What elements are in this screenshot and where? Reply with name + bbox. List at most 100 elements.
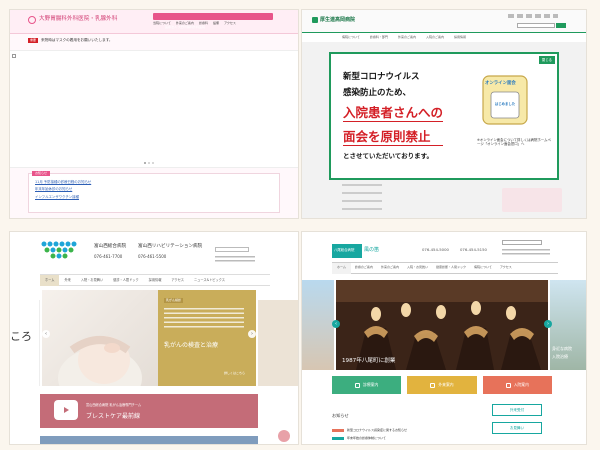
hospital-name-2: 富山西リハビリテーション病院 [138, 244, 203, 249]
carousel-dot[interactable] [152, 162, 154, 164]
feature-link[interactable]: 詳しくはこちら [224, 371, 245, 376]
panel-takaoka-hospital: 厚生連高岡病院 病院について 診療科・部門 外来のご案内 入院のご案内 採用情報… [302, 10, 586, 218]
carousel-dot[interactable] [144, 162, 146, 164]
nav-item[interactable]: 健診・人間ドック [108, 278, 144, 282]
news-item[interactable]: 11月 予防接種の診療日程のお知らせ [35, 180, 91, 184]
hero-caption: 1987年八尾町に創業 [342, 358, 396, 364]
phone-2[interactable]: 076-461-5500 [138, 254, 166, 259]
nav-item[interactable]: 外来のご案内 [176, 21, 194, 26]
tile-icon [355, 382, 361, 388]
nav-bar: 病院について 診療科・部門 外来のご案内 入院のご案内 採用情報 [302, 32, 586, 42]
next-slide-peek: 身近な病院 入院治療 [550, 280, 586, 370]
news-item[interactable]: 年末年始休診のお知らせ [35, 187, 91, 191]
tile-label: 入院案内 [513, 381, 529, 387]
header: 厚生連高岡病院 [302, 10, 586, 32]
tile-icon [430, 382, 436, 388]
side-button-label: お見舞い [509, 425, 525, 430]
nav-menu: 当院について 外来のご案内 診療科 設備 アクセス [153, 21, 293, 26]
carousel-dot[interactable] [148, 162, 150, 164]
search-box[interactable] [215, 247, 249, 252]
hero-photo [42, 290, 158, 386]
nav-item[interactable]: 設備 [213, 21, 219, 26]
news-item[interactable]: 年末年始の診療体制について [347, 436, 386, 441]
tile-button[interactable]: 外来案内 [407, 376, 477, 394]
online-visit-badge[interactable]: オンライン面会 はじめました [479, 72, 531, 128]
nav-item[interactable]: 外来 [59, 278, 75, 282]
side-caption: 身近な病院 [552, 346, 572, 351]
nav-item[interactable]: 病院について [470, 265, 496, 270]
badge-top-label: オンライン面会 [485, 81, 516, 86]
bottom-banner-peek [40, 436, 258, 444]
notice-text[interactable]: 来院時はマスクの着用をお願いいたします。 [41, 38, 113, 43]
tile-button[interactable]: 診療案内 [332, 376, 402, 394]
nav-item[interactable]: 病院について [342, 35, 360, 40]
panel-toyama-nishi-hospital: 富山西総合病院 富山西リハビリテーション病院 076-461-7700 076-… [10, 232, 298, 444]
hospital-name: 風の笛 [364, 247, 380, 253]
tile-label: 外来案内 [438, 381, 454, 387]
search-box[interactable] [517, 23, 555, 28]
notice-bar: 重要 来院時はマスクの着用をお願いいたします。 [28, 38, 113, 43]
news-item[interactable]: インフルエンザワクチン接種 [35, 195, 91, 199]
logo[interactable]: 大野胃腸科外科医院・乳腺外科 [28, 16, 117, 24]
side-button-label: 外来受付 [509, 407, 525, 412]
popup-line: とさせていただいております。 [343, 152, 433, 160]
nav-item[interactable]: ニュース&トピックス [189, 278, 230, 282]
news-label: お知らせ [32, 171, 50, 176]
feature-tag: 乳がん検診 [164, 297, 184, 303]
notice-badge: 重要 [28, 37, 39, 43]
phone-1[interactable]: 076-454-5000 [422, 247, 449, 253]
slider-next-arrow[interactable]: › [544, 320, 552, 328]
nav-item[interactable]: 診療科 [199, 21, 208, 26]
floating-top-button[interactable] [278, 430, 290, 442]
nav-item[interactable]: 健康診断・人間ドック [432, 265, 470, 270]
feature-card[interactable]: 乳がん検診 乳がんの検査と治療 詳しくはこちら [158, 290, 256, 386]
hospital-name: 大野胃腸科外科医院・乳腺外科 [39, 16, 118, 23]
nav-item-home[interactable]: ホーム [40, 274, 60, 286]
nav-item[interactable]: 入院・お見舞い [76, 278, 108, 282]
news-item[interactable]: 新型コロナウイルス感染症に関するお知らせ [347, 428, 407, 433]
nav-bar: ホーム 外来 入院・お見舞い 健診・人間ドック 採用情報 アクセス ニュース&ト… [40, 274, 270, 286]
nav-item-home[interactable]: ホーム [332, 262, 351, 274]
popup-highlight: 入院患者さんへの [343, 102, 444, 122]
popup-note: ※オンライン面会について詳しくは病院ホームページ「オンライン面会窓口」へ [477, 138, 551, 147]
nav-item[interactable]: 入院・お見舞い [403, 265, 432, 270]
covid-popup-modal: 閉じる 新型コロナウイルス 感染防止のため、 入院患者さんへの 面会を原則禁止 … [329, 52, 559, 180]
phone-2[interactable]: 076-454-5150 [460, 247, 487, 253]
nav-item[interactable]: 診療のご案内 [351, 265, 377, 270]
feature-body-text [164, 308, 244, 330]
nav-item[interactable]: アクセス [496, 265, 516, 270]
nav-item[interactable]: 入院のご案内 [426, 35, 444, 40]
nav-item[interactable]: 採用情報 [144, 278, 167, 282]
prev-slide-peek: ころ [10, 300, 40, 386]
header-links [215, 256, 255, 264]
nav-item[interactable]: 採用情報 [454, 35, 466, 40]
nav-item[interactable]: 当院について [153, 21, 171, 26]
search-button[interactable] [556, 23, 566, 28]
nav-item[interactable]: アクセス [166, 278, 189, 282]
nav-item[interactable]: 外来のご案内 [377, 265, 403, 270]
broken-image-icon [12, 54, 16, 58]
slider-next-arrow[interactable]: › [248, 330, 256, 338]
nav-item[interactable]: アクセス [224, 21, 236, 26]
header: 大野胃腸科外科医院・乳腺外科 医療法人 大野胃腸科外科医院 当院について 外来の… [10, 10, 298, 34]
logo-icon [28, 16, 36, 24]
phone-1[interactable]: 076-461-7700 [94, 254, 122, 259]
search-box[interactable] [502, 240, 542, 245]
banner-small-text: 富山西総合病院 乳がん治療専門チーム [86, 403, 142, 407]
nav-item[interactable]: 外来のご案内 [398, 35, 416, 40]
breast-care-banner[interactable]: 富山西総合病院 乳がん治療専門チーム ブレストケア最前線 [40, 394, 258, 428]
hero-slider: ころ 乳がん検診 乳がんの検査と治療 詳しくはこちら ‹ › [10, 290, 298, 386]
logo[interactable]: 八尾総合病院 風の笛 [332, 244, 384, 258]
side-button[interactable]: お見舞い [492, 422, 542, 434]
logo[interactable]: 厚生連高岡病院 [312, 17, 355, 24]
close-button[interactable]: 閉じる [538, 56, 555, 64]
logo-mark[interactable] [40, 240, 78, 262]
slider-prev-arrow[interactable]: ‹ [332, 320, 340, 328]
banner-title: ブレストケア最前線 [86, 413, 141, 420]
nav-item[interactable]: 診療科・部門 [370, 35, 388, 40]
tile-button[interactable]: 入院案内 [482, 376, 552, 394]
slider-prev-arrow[interactable]: ‹ [42, 330, 50, 338]
popup-highlight: 面会を原則禁止 [343, 126, 444, 146]
tile-row: 診療案内 外来案内 入院案内 [332, 376, 552, 394]
side-button[interactable]: 外来受付 [492, 404, 542, 416]
